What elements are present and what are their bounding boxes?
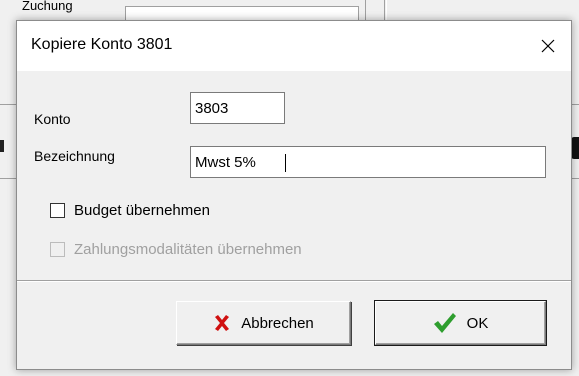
red-x-icon bbox=[213, 314, 231, 332]
close-icon bbox=[541, 39, 555, 53]
budget-checkbox[interactable] bbox=[50, 203, 65, 218]
green-check-icon bbox=[433, 312, 457, 334]
dialog-content: Konto Bezeichnung Budget übernehmen Zahl… bbox=[17, 71, 571, 281]
budget-checkbox-row[interactable]: Budget übernehmen bbox=[50, 202, 210, 219]
cancel-button-label: Abbrechen bbox=[241, 314, 314, 332]
konto-label: Konto bbox=[34, 111, 71, 127]
text-caret bbox=[285, 154, 286, 172]
bezeichnung-input[interactable] bbox=[190, 146, 546, 178]
background-label: Zuchung bbox=[22, 0, 73, 13]
background-glyph bbox=[571, 137, 579, 159]
screen: Zuchung Kopiere Konto 3801 Konto Bezeich… bbox=[0, 0, 579, 376]
ok-button-label: OK bbox=[466, 314, 489, 332]
bezeichnung-label: Bezeichnung bbox=[34, 148, 115, 164]
copy-account-dialog: Kopiere Konto 3801 Konto Bezeichnung Bud… bbox=[16, 20, 572, 370]
background-glyph bbox=[0, 140, 4, 152]
cancel-button[interactable]: Abbrechen bbox=[176, 301, 351, 345]
dialog-titlebar: Kopiere Konto 3801 bbox=[17, 21, 571, 71]
close-button[interactable] bbox=[525, 21, 571, 71]
payment-terms-checkbox bbox=[50, 242, 65, 257]
konto-input[interactable] bbox=[190, 92, 285, 124]
payment-terms-checkbox-label: Zahlungsmodalitäten übernehmen bbox=[74, 241, 302, 258]
button-area-divider-highlight bbox=[17, 281, 571, 282]
dialog-title: Kopiere Konto 3801 bbox=[31, 36, 173, 53]
budget-checkbox-label[interactable]: Budget übernehmen bbox=[74, 202, 210, 219]
ok-button[interactable]: OK bbox=[374, 300, 547, 346]
payment-terms-checkbox-row: Zahlungsmodalitäten übernehmen bbox=[50, 241, 302, 258]
